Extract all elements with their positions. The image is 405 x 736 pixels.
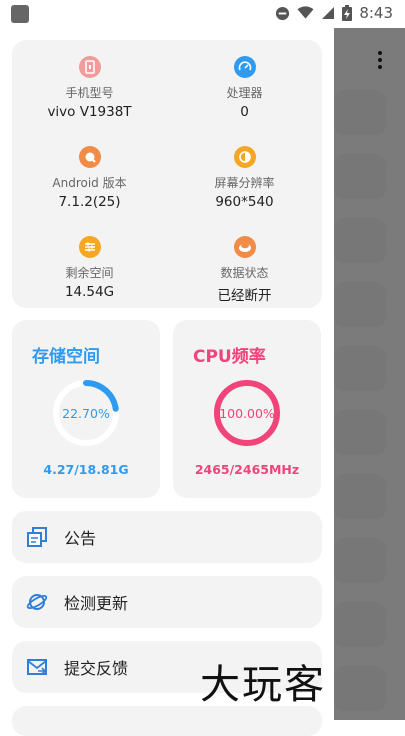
signal-icon (321, 6, 335, 20)
background-card (334, 154, 386, 199)
info-value: 已经断开 (217, 288, 272, 304)
status-bar: 8:43 (0, 0, 405, 28)
background-card (334, 666, 386, 711)
android-icon (78, 146, 101, 168)
more-options-icon[interactable] (376, 50, 384, 74)
info-item-data-status: 数据状态 已经断开 (167, 236, 322, 304)
info-label: 剩余空间 (65, 266, 114, 280)
menu-item-label: 公告 (64, 529, 97, 548)
info-item-phone-model: 手机型号 vivo V1938T (12, 56, 167, 120)
phone-icon (78, 56, 101, 78)
background-card (334, 218, 386, 263)
info-item-android-version: Android 版本 7.1.2(25) (12, 146, 167, 210)
storage-card[interactable]: 存储空间 22.70% 4.27/18.81G (12, 320, 160, 498)
announcement-icon (26, 526, 48, 548)
info-value: 7.1.2(25) (58, 194, 121, 210)
info-item-processor: 处理器 0 (167, 56, 322, 120)
info-label: 屏幕分辨率 (214, 176, 275, 190)
battery-charging-icon (342, 5, 353, 21)
cpu-percent: 100.00% (219, 405, 275, 421)
cpu-title: CPU频率 (193, 347, 266, 367)
background-card (334, 282, 386, 327)
feedback-icon (26, 656, 48, 678)
cpu-ring: 100.00% (212, 378, 282, 448)
info-label: Android 版本 (52, 176, 127, 190)
app-notification-icon (11, 5, 29, 23)
wifi-icon (297, 6, 314, 20)
menu-item-check-update[interactable]: 检测更新 (12, 576, 322, 628)
storage-ring: 22.70% (51, 378, 121, 448)
background-card (334, 90, 386, 135)
storage-percent: 22.70% (62, 405, 110, 421)
watermark-text: 大玩客 (200, 662, 326, 708)
dnd-icon (275, 6, 290, 21)
background-card (334, 410, 386, 455)
storage-icon (78, 236, 101, 258)
cpu-frequency: 2465/2465MHz (194, 462, 300, 477)
menu-item-label: 检测更新 (64, 594, 129, 613)
info-label: 数据状态 (220, 266, 269, 280)
info-item-free-space: 剩余空间 14.54G (12, 236, 167, 300)
info-value: 14.54G (64, 284, 115, 300)
background-card (334, 538, 386, 583)
device-info-card: 手机型号 vivo V1938T 处理器 0 Android 版本 7.1.2(… (12, 40, 322, 308)
info-value: vivo V1938T (47, 104, 132, 120)
update-icon (26, 591, 48, 613)
navigation-drawer: 手机型号 vivo V1938T 处理器 0 Android 版本 7.1.2(… (0, 28, 334, 736)
menu-item-label: 提交反馈 (64, 659, 129, 678)
status-time: 8:43 (359, 4, 393, 22)
background-card (334, 346, 386, 391)
cpu-card[interactable]: CPU频率 100.00% 2465/2465MHz (173, 320, 321, 498)
storage-usage: 4.27/18.81G (43, 462, 129, 477)
processor-icon (233, 56, 256, 78)
storage-title: 存储空间 (32, 347, 100, 367)
info-label: 处理器 (226, 86, 263, 100)
background-card (334, 602, 386, 647)
info-value: 960*540 (215, 194, 274, 210)
info-item-screen-resolution: 屏幕分辨率 960*540 (167, 146, 322, 210)
background-scrim[interactable] (334, 28, 405, 720)
data-icon (233, 236, 256, 258)
status-right: 8:43 (275, 4, 393, 22)
menu-item-announcement[interactable]: 公告 (12, 511, 322, 563)
screen-icon (233, 146, 256, 168)
menu-item-partial[interactable] (12, 706, 322, 736)
info-value: 0 (240, 104, 249, 120)
info-label: 手机型号 (65, 86, 114, 100)
background-card (334, 474, 386, 519)
